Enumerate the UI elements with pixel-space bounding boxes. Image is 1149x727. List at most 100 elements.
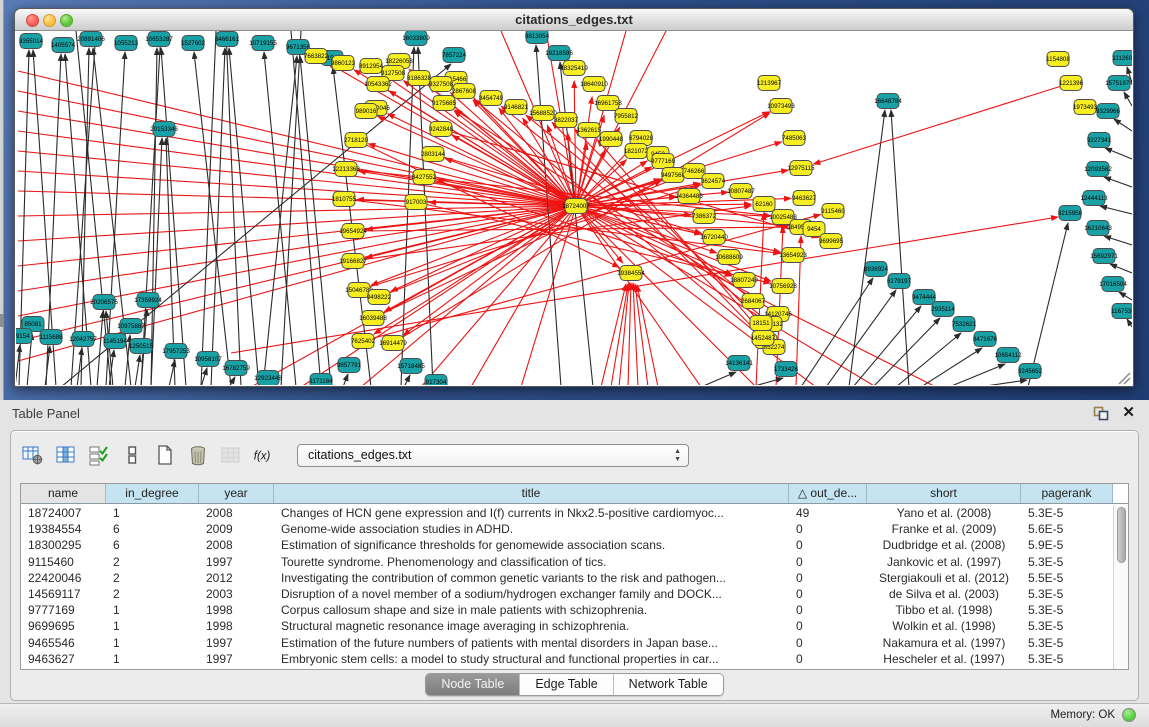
table-cell[interactable]: 5.3E-5 <box>1021 602 1113 618</box>
network-node[interactable]: 16033809 <box>402 31 430 46</box>
network-node[interactable]: 8466161 <box>215 32 240 47</box>
table-cell[interactable]: 5.9E-5 <box>1021 537 1113 553</box>
table-cell[interactable]: 19384554 <box>21 521 106 537</box>
network-node[interactable]: 12042757 <box>69 332 97 347</box>
table-cell[interactable]: 49 <box>789 505 867 521</box>
table-cell[interactable]: 2 <box>106 586 199 602</box>
table-cell[interactable]: Genome-wide association studies in ADHD. <box>274 521 789 537</box>
column-icon[interactable] <box>118 442 145 469</box>
network-node[interactable]: 18151 <box>750 316 772 331</box>
delete-table-icon[interactable] <box>184 442 211 469</box>
network-node[interactable]: 10958107 <box>194 352 222 367</box>
table-cell[interactable]: 9777169 <box>21 602 106 618</box>
network-node[interactable]: 9115460 <box>821 204 845 219</box>
network-node[interactable]: 1527602 <box>181 36 206 51</box>
network-node[interactable]: 10756928 <box>769 279 797 294</box>
network-node[interactable]: 1167534 <box>1111 304 1132 319</box>
table-cell[interactable]: 5.3E-5 <box>1021 618 1113 634</box>
network-node[interactable]: 917003 <box>405 195 427 210</box>
network-node[interactable]: 9227341 <box>1087 133 1112 148</box>
network-node[interactable]: 10543362 <box>364 77 392 92</box>
network-node[interactable]: 20206576 <box>90 295 118 310</box>
show-columns-icon[interactable] <box>52 442 79 469</box>
column-header-short[interactable]: short <box>867 484 1021 503</box>
table-cell[interactable]: 2008 <box>199 505 274 521</box>
network-node[interactable]: 16039488 <box>359 311 387 326</box>
table-row[interactable]: 977716911998Corpus callosum shape and si… <box>21 602 1128 618</box>
network-node[interactable]: 16720440 <box>700 230 728 245</box>
network-node[interactable]: 19654924 <box>339 224 367 239</box>
network-node[interactable]: 17359924 <box>134 293 162 308</box>
table-cell[interactable]: 1 <box>106 651 199 667</box>
table-cell[interactable]: 2 <box>106 570 199 586</box>
table-select-dropdown[interactable]: citations_edges.txt ▲▼ <box>297 444 689 467</box>
table-cell[interactable]: 1 <box>106 505 199 521</box>
table-cell[interactable]: 1997 <box>199 635 274 651</box>
network-node[interactable]: 2803144 <box>421 147 446 162</box>
table-cell[interactable]: 6 <box>106 521 199 537</box>
network-node[interactable]: 6179197 <box>887 274 912 289</box>
network-node[interactable]: 9175685 <box>432 96 457 111</box>
table-cell[interactable]: 0 <box>789 537 867 553</box>
network-node[interactable]: 1250515 <box>129 339 154 354</box>
edit-columns-icon[interactable] <box>85 442 112 469</box>
table-cell[interactable]: Tourette syndrome. Phenomenology and cla… <box>274 554 789 570</box>
table-cell[interactable]: 6 <box>106 537 199 553</box>
table-cell[interactable]: 0 <box>789 521 867 537</box>
network-node[interactable]: 8215958 <box>1058 206 1083 221</box>
network-node[interactable]: 9777169 <box>651 154 676 169</box>
table-cell[interactable]: Embryonic stem cells: a model to study s… <box>274 651 789 667</box>
table-cell[interactable]: 9465546 <box>21 635 106 651</box>
table-cell[interactable]: 2012 <box>199 570 274 586</box>
table-cell[interactable]: 5.3E-5 <box>1021 505 1113 521</box>
table-cell[interactable]: 1997 <box>199 554 274 570</box>
network-node[interactable]: 9242848 <box>429 122 454 137</box>
table-cell[interactable]: Dudbridge et al. (2008) <box>867 537 1021 553</box>
table-cell[interactable]: 9115460 <box>21 554 106 570</box>
table-cell[interactable]: Yano et al. (2008) <box>867 505 1021 521</box>
resize-grip-icon[interactable] <box>1119 373 1130 384</box>
network-node[interactable]: 9327508 <box>429 77 454 92</box>
table-cell[interactable]: Wolkin et al. (1998) <box>867 618 1021 634</box>
network-node[interactable]: 15692971 <box>1090 249 1118 264</box>
network-node[interactable]: 746266 <box>683 164 705 179</box>
network-node[interactable]: 1821072 <box>624 144 649 159</box>
network-node[interactable]: 9474444 <box>912 290 937 305</box>
table-cell[interactable]: 0 <box>789 651 867 667</box>
network-node[interactable]: 12213363 <box>332 162 360 177</box>
table-cell[interactable]: Estimation of the future numbers of pati… <box>274 635 789 651</box>
table-cell[interactable]: Jankovic et al. (1997) <box>867 554 1021 570</box>
network-node[interactable]: 62160 <box>753 197 775 212</box>
float-window-icon[interactable] <box>1093 406 1109 421</box>
table-row[interactable]: 946554611997Estimation of the future num… <box>21 635 1128 651</box>
network-node[interactable]: 10807487 <box>727 184 755 199</box>
network-node[interactable]: 8427552 <box>412 170 437 185</box>
table-cell[interactable]: 0 <box>789 570 867 586</box>
table-row[interactable]: 1456911722003Disruption of a novel membe… <box>21 586 1128 602</box>
network-node[interactable]: 18640910 <box>580 77 608 92</box>
network-node[interactable]: 1055213 <box>114 36 139 51</box>
table-cell[interactable]: 9463627 <box>21 651 106 667</box>
network-node[interactable]: 7625402 <box>351 334 376 349</box>
network-node[interactable]: 2935114 <box>931 302 955 317</box>
network-node[interactable]: 1405574 <box>51 38 76 53</box>
network-node[interactable]: 9498222 <box>367 290 392 305</box>
network-node[interactable]: 12923448 <box>254 371 282 386</box>
network-node[interactable]: 17957253 <box>162 344 190 359</box>
network-node[interactable]: 9245652 <box>1018 364 1043 379</box>
network-node[interactable]: 15751874 <box>1105 76 1132 91</box>
network-node[interactable]: 18724007 <box>562 199 590 214</box>
table-cell[interactable]: 1998 <box>199 618 274 634</box>
table-cell[interactable]: Disruption of a novel member of a sodium… <box>274 586 789 602</box>
table-cell[interactable]: 5.5E-5 <box>1021 570 1113 586</box>
network-node[interactable]: 16782759 <box>222 361 250 376</box>
table-cell[interactable]: 1998 <box>199 602 274 618</box>
network-node[interactable]: 1154808 <box>1046 52 1070 67</box>
table-cell[interactable]: 0 <box>789 618 867 634</box>
network-node[interactable]: 19218596 <box>545 46 573 61</box>
table-cell[interactable]: Franke et al. (2009) <box>867 521 1021 537</box>
table-row[interactable]: 1830029562008Estimation of significance … <box>21 537 1128 553</box>
network-node[interactable]: 24364486 <box>675 189 703 204</box>
tab-edge-table[interactable]: Edge Table <box>520 674 613 695</box>
table-cell[interactable]: 9699695 <box>21 618 106 634</box>
